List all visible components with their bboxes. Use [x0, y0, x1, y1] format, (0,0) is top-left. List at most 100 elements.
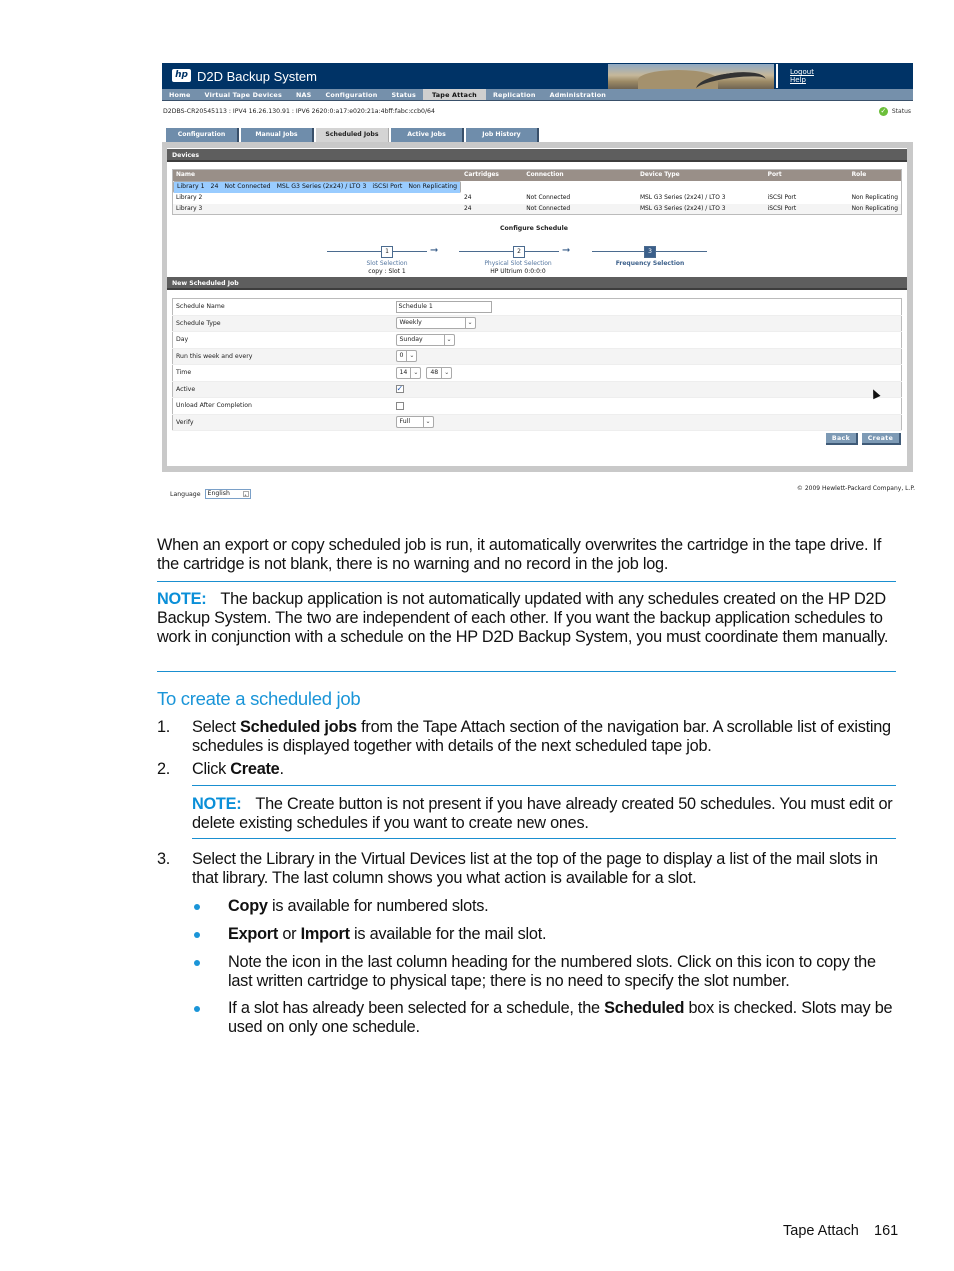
step-2-label: Physical Slot Selection	[484, 260, 552, 267]
nav-virtual-tape-devices[interactable]: Virtual Tape Devices	[198, 89, 289, 100]
chevron-down-icon: ⌄	[441, 367, 451, 378]
language-label: Language	[170, 490, 201, 498]
verify-select[interactable]: Full ⌄	[395, 416, 434, 429]
schedule-name-input[interactable]: Schedule 1	[395, 300, 492, 313]
nav-administration[interactable]: Administration	[543, 89, 613, 100]
form-row-unload: Unload After Completion	[172, 397, 902, 415]
time-label: Time	[172, 364, 393, 382]
new-job-form: Schedule Name Schedule 1 Schedule Type W…	[172, 298, 902, 431]
copyright: © 2009 Hewlett-Packard Company, L.P.	[796, 485, 915, 492]
time-hour-select[interactable]: 14 ⌄	[395, 366, 422, 379]
verify-label: Verify	[172, 414, 393, 431]
step-1-box: 1	[381, 246, 393, 258]
footer-section: Tape Attach	[783, 1223, 859, 1239]
form-row-run-every: Run this week and every 0 ⌄	[172, 348, 902, 365]
col-port: Port	[764, 169, 849, 181]
note-label: NOTE:	[157, 590, 207, 608]
schedule-type-select[interactable]: Weekly ⌄	[395, 317, 476, 330]
d2d-ui-screenshot: hp D2D Backup System Logout Help Home Vi…	[162, 63, 915, 503]
help-link[interactable]: Help	[790, 76, 806, 84]
nav-configuration[interactable]: Configuration	[318, 89, 384, 100]
cell-cartridges: 24	[464, 195, 472, 201]
app-header: hp D2D Backup System Logout Help	[162, 63, 913, 89]
verify-value: Full	[399, 418, 411, 426]
bullet-2-text: is available for the mail slot.	[349, 925, 547, 943]
intro-paragraph: When an export or copy scheduled job is …	[157, 536, 882, 573]
step-number: 1.	[157, 718, 171, 736]
table-row[interactable]: Library 3 24 Not Connected MSL G3 Series…	[172, 203, 902, 215]
header-banner-image	[608, 64, 774, 89]
time-minute-select[interactable]: 48 ⌄	[426, 366, 453, 379]
bullet-2-bold-2: Import	[300, 925, 350, 943]
schedule-type-value: Weekly	[399, 319, 422, 327]
note-2: NOTE: The Create button is not present if…	[192, 795, 897, 833]
status-indicator[interactable]: ✓ Status	[878, 107, 911, 116]
step-2-bold: Create	[230, 760, 280, 778]
run-every-label: Run this week and every	[172, 348, 393, 365]
cell-device-type: MSL G3 Series (2x24) / LTO 3	[639, 195, 726, 201]
bullet-1: Copy is available for numbered slots.	[228, 897, 489, 916]
cell-connection: Not Connected	[221, 181, 274, 193]
unload-checkbox[interactable]	[395, 401, 404, 410]
step-1-label: Slot Selection	[366, 260, 408, 267]
tab-manual-jobs[interactable]: Manual Jobs	[241, 128, 314, 142]
logout-link[interactable]: Logout	[790, 68, 814, 76]
step-1-bold: Scheduled jobs	[240, 718, 357, 736]
chevron-down-icon: ⌄	[464, 318, 475, 329]
tab-job-history[interactable]: Job History	[466, 128, 539, 142]
nav-nas[interactable]: NAS	[289, 89, 319, 100]
create-button[interactable]: Create	[862, 433, 901, 445]
nav-status[interactable]: Status	[384, 89, 423, 100]
run-every-select[interactable]: 0 ⌄	[395, 350, 418, 363]
back-button[interactable]: Back	[826, 433, 858, 445]
language-select[interactable]: English ▴	[204, 489, 251, 499]
step-2: Click Create.	[192, 760, 284, 779]
note-divider	[192, 838, 896, 839]
minute-value: 48	[430, 368, 439, 376]
nav-tape-attach[interactable]: Tape Attach	[423, 89, 486, 100]
chevron-down-icon: ⌄	[443, 334, 454, 345]
nav-replication[interactable]: Replication	[486, 89, 543, 100]
day-select[interactable]: Sunday ⌄	[395, 333, 455, 346]
host-info: D2DBS-CR20545113 : IPV4 16.26.130.91 : I…	[163, 108, 435, 115]
step-1-text: Select	[192, 718, 241, 736]
bullet-2-bold-1: Export	[228, 925, 279, 943]
bullet-icon	[194, 960, 200, 966]
language-value: English	[207, 490, 230, 497]
step-2-sub: HP Ultrium 0:0:0:0	[490, 268, 546, 275]
form-row-active: Active ✓	[172, 381, 902, 398]
cell-role: Non Replicating	[405, 181, 461, 193]
step-2-box: 2	[513, 246, 525, 258]
nav-home[interactable]: Home	[162, 89, 198, 100]
tape-attach-tabs: Configuration Manual Jobs Scheduled Jobs…	[166, 128, 539, 142]
col-name: Name	[172, 169, 462, 181]
tab-scheduled-jobs[interactable]: Scheduled Jobs	[316, 128, 389, 142]
header-divider	[776, 64, 778, 88]
status-label: Status	[891, 108, 911, 115]
table-row[interactable]: Library 1 24 Not Connected MSL G3 Series…	[173, 180, 462, 193]
cell-cartridges: 24	[207, 181, 222, 193]
day-value: Sunday	[399, 335, 423, 343]
bullet-4-bold: Scheduled	[604, 999, 685, 1017]
unload-label: Unload After Completion	[172, 397, 393, 415]
tab-active-jobs[interactable]: Active Jobs	[391, 128, 464, 142]
col-device-type: Device Type	[636, 169, 765, 181]
note-divider	[192, 785, 896, 786]
tab-configuration[interactable]: Configuration	[166, 128, 239, 142]
cell-device-type: MSL G3 Series (2x24) / LTO 3	[636, 203, 765, 215]
run-every-value: 0	[399, 352, 404, 360]
note-divider	[157, 581, 896, 582]
dropdown-icon: ▴	[242, 491, 249, 497]
bullet-4: If a slot has already been selected for …	[228, 999, 893, 1037]
devices-table: Name Cartridges Connection Device Type P…	[172, 169, 902, 215]
table-row[interactable]: Library 2 24 Not Connected MSL G3 Series…	[173, 193, 902, 204]
chevron-down-icon: ⌄	[410, 367, 420, 378]
step-1: Select Scheduled jobs from the Tape Atta…	[192, 718, 897, 756]
step-3-box: 3	[644, 246, 656, 258]
col-connection: Connection	[523, 169, 637, 181]
note-1-text: The backup application is not automatica…	[157, 590, 889, 646]
active-checkbox[interactable]: ✓	[395, 385, 404, 394]
cell-device-type: MSL G3 Series (2x24) / LTO 3	[273, 181, 370, 193]
note-2-text: The Create button is not present if you …	[192, 795, 893, 832]
new-job-section-header: New Scheduled Job	[167, 277, 907, 290]
